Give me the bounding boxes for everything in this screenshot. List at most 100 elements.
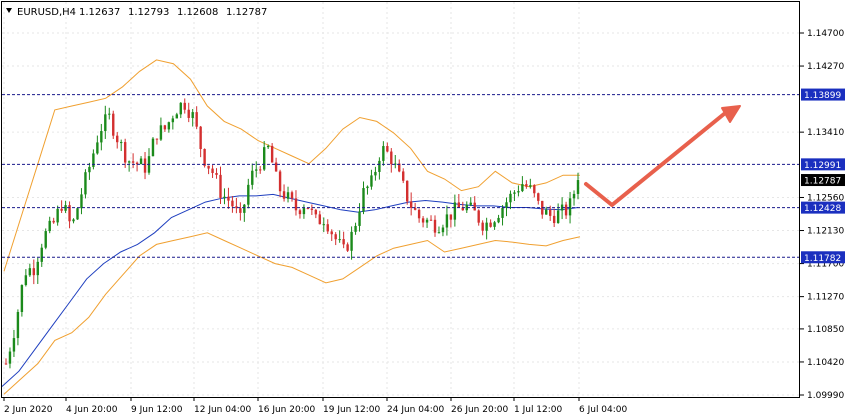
y-tick-label: 1.14700 xyxy=(807,29,844,39)
bear-candle-body xyxy=(32,268,36,276)
bull-candle-body xyxy=(84,172,87,195)
bear-candle-body xyxy=(290,192,294,199)
symbol-label: EURUSD,H4 xyxy=(17,7,76,18)
level-badge-label: 1.12428 xyxy=(804,204,841,214)
bull-candle-body xyxy=(16,311,20,339)
low-value: 1.12608 xyxy=(177,7,218,18)
bear-candle-body xyxy=(409,201,413,208)
bear-candle-body xyxy=(342,239,345,245)
bull-candle-body xyxy=(354,225,357,232)
price-chart[interactable]: 1.147001.142701.134101.125601.121301.117… xyxy=(0,0,846,419)
bear-candle-body xyxy=(4,363,8,365)
bear-candle-body xyxy=(417,209,421,219)
bear-candle-body xyxy=(239,208,242,213)
bull-candle-body xyxy=(445,214,449,228)
bull-candle-body xyxy=(127,161,131,163)
bull-candle-body xyxy=(556,210,560,224)
bear-candle-body xyxy=(314,209,318,215)
bull-candle-body xyxy=(167,122,171,130)
bull-candle-body xyxy=(108,113,111,115)
bull-candle-body xyxy=(358,211,361,226)
bull-candle-body xyxy=(175,114,179,119)
bear-candle-body xyxy=(564,204,568,216)
bear-candle-body xyxy=(211,168,214,174)
bull-candle-body xyxy=(509,193,512,203)
bull-candle-body xyxy=(568,198,572,216)
bull-candle-body xyxy=(437,232,441,234)
bull-candle-body xyxy=(572,193,576,199)
bull-candle-body xyxy=(104,114,107,132)
y-tick-label: 1.11270 xyxy=(807,293,844,303)
bear-candle-body xyxy=(231,200,234,207)
bear-candle-body xyxy=(548,209,552,216)
bull-candle-body xyxy=(28,268,32,276)
bear-candle-body xyxy=(525,184,528,187)
bull-candle-body xyxy=(139,158,143,165)
bull-candle-body xyxy=(374,171,377,176)
bear-candle-body xyxy=(390,151,393,165)
bull-candle-body xyxy=(485,222,488,231)
bull-candle-body xyxy=(251,170,254,185)
bull-candle-body xyxy=(262,147,266,170)
bear-candle-body xyxy=(199,126,202,150)
bull-candle-body xyxy=(501,207,504,218)
bear-candle-body xyxy=(131,161,135,163)
x-tick-label: 19 Jun 12:00 xyxy=(323,405,380,415)
bull-candle-body xyxy=(119,142,123,144)
bull-candle-body xyxy=(88,166,91,173)
bull-candle-body xyxy=(370,175,373,187)
bear-candle-body xyxy=(278,171,282,192)
bear-candle-body xyxy=(227,196,230,201)
bull-candle-body xyxy=(76,208,79,220)
bear-candle-body xyxy=(116,135,119,143)
bear-candle-body xyxy=(433,219,437,233)
high-value: 1.12793 xyxy=(128,7,169,18)
bull-candle-body xyxy=(513,192,516,194)
bull-candle-body xyxy=(243,204,246,213)
bear-candle-body xyxy=(386,146,389,152)
level-badge-label: 1.12991 xyxy=(804,161,841,171)
bear-candle-body xyxy=(473,202,476,211)
bear-candle-body xyxy=(489,222,492,227)
bull-candle-body xyxy=(223,196,226,198)
bear-candle-body xyxy=(537,193,540,201)
chart-background xyxy=(0,0,846,419)
bull-candle-body xyxy=(8,351,12,364)
bull-candle-body xyxy=(576,180,580,194)
bear-candle-body xyxy=(183,102,186,110)
x-tick-label: 4 Jun 20:00 xyxy=(66,405,118,415)
bull-candle-body xyxy=(48,220,51,232)
y-tick-label: 1.10850 xyxy=(807,325,844,335)
bull-candle-body xyxy=(56,208,59,223)
bull-candle-body xyxy=(255,169,258,171)
y-tick-label: 1.09990 xyxy=(807,391,844,401)
bull-candle-body xyxy=(247,184,250,205)
bull-candle-body xyxy=(96,142,99,154)
bull-candle-body xyxy=(493,222,496,227)
bear-candle-body xyxy=(219,174,222,198)
bull-candle-body xyxy=(505,202,508,208)
bear-candle-body xyxy=(552,215,556,224)
bear-candle-body xyxy=(413,207,417,210)
x-tick-label: 9 Jun 12:00 xyxy=(131,405,183,415)
y-tick-label: 1.13410 xyxy=(807,128,844,138)
x-tick-label: 16 Jun 20:00 xyxy=(258,405,315,415)
x-tick-label: 26 Jun 20:00 xyxy=(451,405,508,415)
open-value: 1.12637 xyxy=(79,7,120,18)
bear-candle-body xyxy=(270,145,274,163)
close-value: 1.12787 xyxy=(226,7,267,18)
bear-candle-body xyxy=(187,109,190,118)
bear-candle-body xyxy=(207,165,210,169)
bear-candle-body xyxy=(195,112,198,127)
bear-candle-body xyxy=(449,214,453,220)
chart-header: EURUSD,H4 1.12637 1.12793 1.12608 1.1278… xyxy=(6,7,267,18)
bull-candle-body xyxy=(100,131,103,143)
bull-candle-body xyxy=(44,231,47,248)
bull-candle-body xyxy=(171,118,175,123)
bull-candle-body xyxy=(191,112,194,118)
bull-candle-body xyxy=(497,217,500,223)
bear-candle-body xyxy=(294,198,298,211)
bull-candle-body xyxy=(378,160,381,172)
bull-candle-body xyxy=(517,191,520,193)
bear-candle-body xyxy=(60,208,63,211)
